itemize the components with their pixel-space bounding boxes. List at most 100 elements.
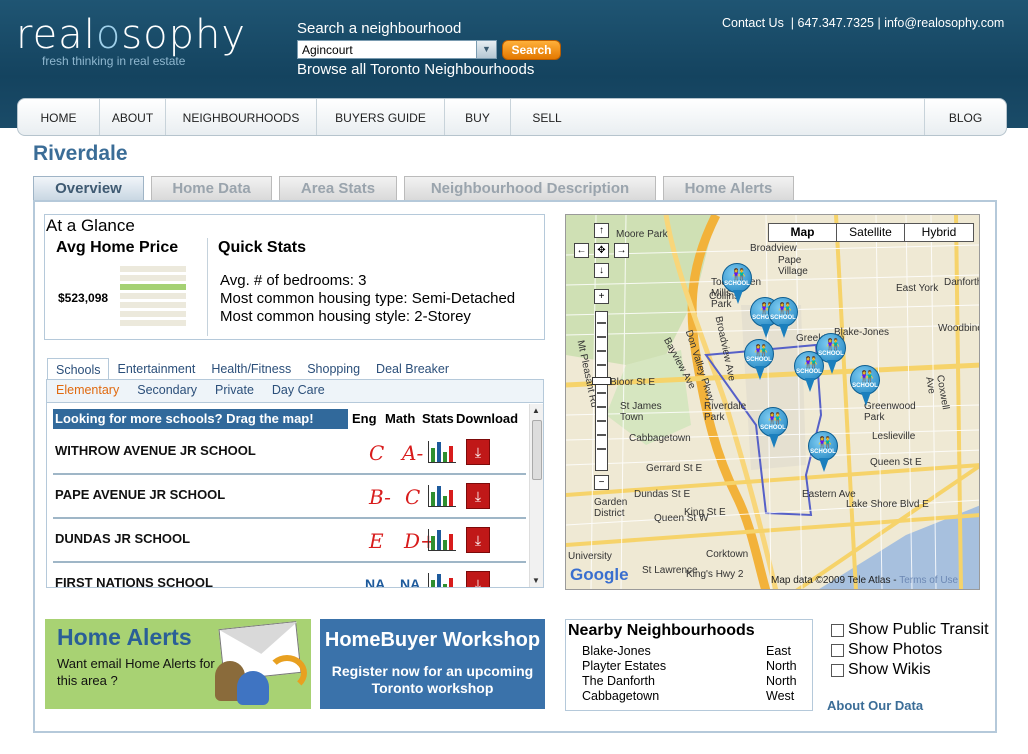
neighbourhood-name[interactable]: Playter Estates xyxy=(582,659,666,673)
pdf-download-icon[interactable]: ⤓ xyxy=(466,571,490,587)
checkbox[interactable] xyxy=(831,643,844,657)
pdf-download-icon[interactable]: ⤓ xyxy=(466,439,490,465)
school-name[interactable]: PAPE AVENUE JR SCHOOL xyxy=(55,487,225,502)
bar-chart-icon[interactable] xyxy=(428,441,456,463)
neighbourhood-name[interactable]: Blake-Jones xyxy=(582,644,651,658)
pan-center-icon[interactable]: ✥ xyxy=(594,243,609,258)
nav-buyers-guide[interactable]: BUYERS GUIDE xyxy=(317,99,445,135)
pdf-download-icon[interactable]: ⤓ xyxy=(466,527,490,553)
subtab-secondary[interactable]: Secondary xyxy=(128,380,206,402)
tab-home-alerts[interactable]: Home Alerts xyxy=(663,176,794,200)
map-type-hybrid[interactable]: Hybrid xyxy=(905,224,973,241)
school-row[interactable]: WITHROW AVENUE JR SCHOOL C A- ⤓ xyxy=(53,431,526,475)
students-icon: 👫 xyxy=(768,413,782,425)
pan-down-icon[interactable]: ↓ xyxy=(594,263,609,278)
map-label: Moore Park xyxy=(616,229,668,240)
terms-of-use-link[interactable]: Terms of Use xyxy=(899,575,958,586)
home-alerts-text: Want email Home Alerts for this area ? xyxy=(57,656,215,688)
school-pin-icon[interactable]: 👫 SCHOOL xyxy=(794,351,824,392)
school-name[interactable]: FIRST NATIONS SCHOOL xyxy=(55,575,213,587)
school-row[interactable]: PAPE AVENUE JR SCHOOL B- C ⤓ xyxy=(53,475,526,519)
eng-grade: E xyxy=(369,529,384,553)
tab-home-data[interactable]: Home Data xyxy=(151,176,272,200)
nav-home[interactable]: HOME xyxy=(18,99,100,135)
list-item[interactable]: Cabbagetown West xyxy=(582,689,802,704)
map-label: Danforth xyxy=(944,277,980,288)
nav-buy[interactable]: BUY xyxy=(445,99,511,135)
school-list: Looking for more schools? Drag the map! … xyxy=(46,402,544,588)
about-our-data-link[interactable]: About Our Data xyxy=(827,698,923,713)
search-button[interactable]: Search xyxy=(502,40,561,60)
pan-left-icon[interactable]: ← xyxy=(574,243,589,258)
map-type-map[interactable]: Map xyxy=(769,224,837,241)
pdf-download-icon[interactable]: ⤓ xyxy=(466,483,490,509)
scroll-up-icon[interactable]: ▲ xyxy=(532,406,540,415)
quick-stats-list: Avg. # of bedrooms: 3 Most common housin… xyxy=(220,272,515,326)
school-pin-icon[interactable]: 👫 SCHOOL xyxy=(808,431,838,472)
map-label: Woodbine xyxy=(938,323,980,334)
tab-area-stats[interactable]: Area Stats xyxy=(279,176,397,200)
school-pin-icon[interactable]: 👫 SCHOOL xyxy=(758,407,788,448)
scroll-thumb[interactable] xyxy=(532,420,542,480)
pan-up-icon[interactable]: ↑ xyxy=(594,223,609,238)
zoom-track[interactable] xyxy=(595,311,608,471)
neighbourhood-direction: North xyxy=(766,659,797,673)
neighbourhood-name[interactable]: The Danforth xyxy=(582,674,655,688)
checkbox[interactable] xyxy=(831,663,844,677)
map-label: Broadview xyxy=(750,243,797,254)
list-item[interactable]: Blake-Jones East xyxy=(582,644,802,659)
nav-sell[interactable]: SELL xyxy=(511,99,583,135)
bar-chart-icon[interactable] xyxy=(428,573,456,587)
map-type-satellite[interactable]: Satellite xyxy=(837,224,905,241)
pan-right-icon[interactable]: → xyxy=(614,243,629,258)
subtab-private[interactable]: Private xyxy=(206,380,263,402)
neighbourhood-map[interactable]: Moore Park Broadview Pape Village East Y… xyxy=(565,214,980,590)
home-alerts-banner[interactable]: Home Alerts Want email Home Alerts for t… xyxy=(45,619,311,709)
tab-neighbourhood-description[interactable]: Neighbourhood Description xyxy=(404,176,656,200)
list-item[interactable]: Playter Estates North xyxy=(582,659,802,674)
chevron-down-icon[interactable]: ▼ xyxy=(476,41,496,58)
scroll-down-icon[interactable]: ▼ xyxy=(532,576,540,585)
homebuyer-workshop-banner[interactable]: HomeBuyer Workshop Register now for an u… xyxy=(320,619,545,709)
checkbox[interactable] xyxy=(831,623,844,637)
school-pin-icon[interactable]: 👫 SCHOOL xyxy=(722,263,752,304)
browse-neighbourhoods-link[interactable]: Browse all Toronto Neighbourhoods xyxy=(297,61,534,78)
nav-neighbourhoods[interactable]: NEIGHBOURHOODS xyxy=(166,99,317,135)
subtab-elementary[interactable]: Elementary xyxy=(47,380,128,402)
google-logo[interactable]: Google xyxy=(570,565,629,585)
bar-chart-icon[interactable] xyxy=(428,529,456,551)
show-wikis-option[interactable]: Show Wikis xyxy=(831,660,989,680)
realosophy-logo[interactable]: realosophy xyxy=(16,12,246,58)
map-label: East York xyxy=(896,283,939,294)
avg-home-price-title: Avg Home Price xyxy=(56,239,179,256)
workshop-title: HomeBuyer Workshop xyxy=(324,629,541,651)
zoom-out-icon[interactable]: − xyxy=(594,475,609,490)
school-name[interactable]: DUNDAS JR SCHOOL xyxy=(55,531,190,546)
neighbourhood-select[interactable]: Agincourt ▼ xyxy=(297,40,497,59)
nav-blog[interactable]: BLOG xyxy=(924,99,1006,135)
nearby-neighbourhoods: Nearby Neighbourhoods Blake-Jones East Pl… xyxy=(565,619,813,711)
show-photos-option[interactable]: Show Photos xyxy=(831,640,989,660)
price-bar-4 xyxy=(120,293,186,299)
school-name[interactable]: WITHROW AVENUE JR SCHOOL xyxy=(55,443,256,458)
school-list-scrollbar[interactable]: ▲ ▼ xyxy=(529,404,543,587)
students-icon: 👫 xyxy=(804,357,818,369)
school-row[interactable]: FIRST NATIONS SCHOOL NA NA ⤓ xyxy=(53,563,526,587)
school-pin-icon[interactable]: 👫 SCHOOL xyxy=(850,365,880,406)
school-row[interactable]: DUNDAS JR SCHOOL E D+ ⤓ xyxy=(53,519,526,563)
list-item[interactable]: The Danforth North xyxy=(582,674,802,689)
zoom-in-icon[interactable]: + xyxy=(594,289,609,304)
zoom-tick xyxy=(597,336,606,338)
email-link[interactable]: info@realosophy.com xyxy=(884,16,1004,30)
school-pin-icon[interactable]: 👫 SCHOOL xyxy=(744,339,774,380)
subtab-day-care[interactable]: Day Care xyxy=(263,380,334,402)
tab-overview[interactable]: Overview xyxy=(33,176,144,200)
contact-us-link[interactable]: Contact Us xyxy=(722,16,784,30)
map-label: Greenwood Park xyxy=(864,401,916,423)
show-public-transit-option[interactable]: Show Public Transit xyxy=(831,620,989,640)
bar-chart-icon[interactable] xyxy=(428,485,456,507)
school-pin-icon[interactable]: 👫 SCHOOL xyxy=(768,297,798,338)
nav-about[interactable]: ABOUT xyxy=(100,99,166,135)
zoom-slider-handle[interactable] xyxy=(592,377,611,385)
neighbourhood-name[interactable]: Cabbagetown xyxy=(582,689,659,703)
